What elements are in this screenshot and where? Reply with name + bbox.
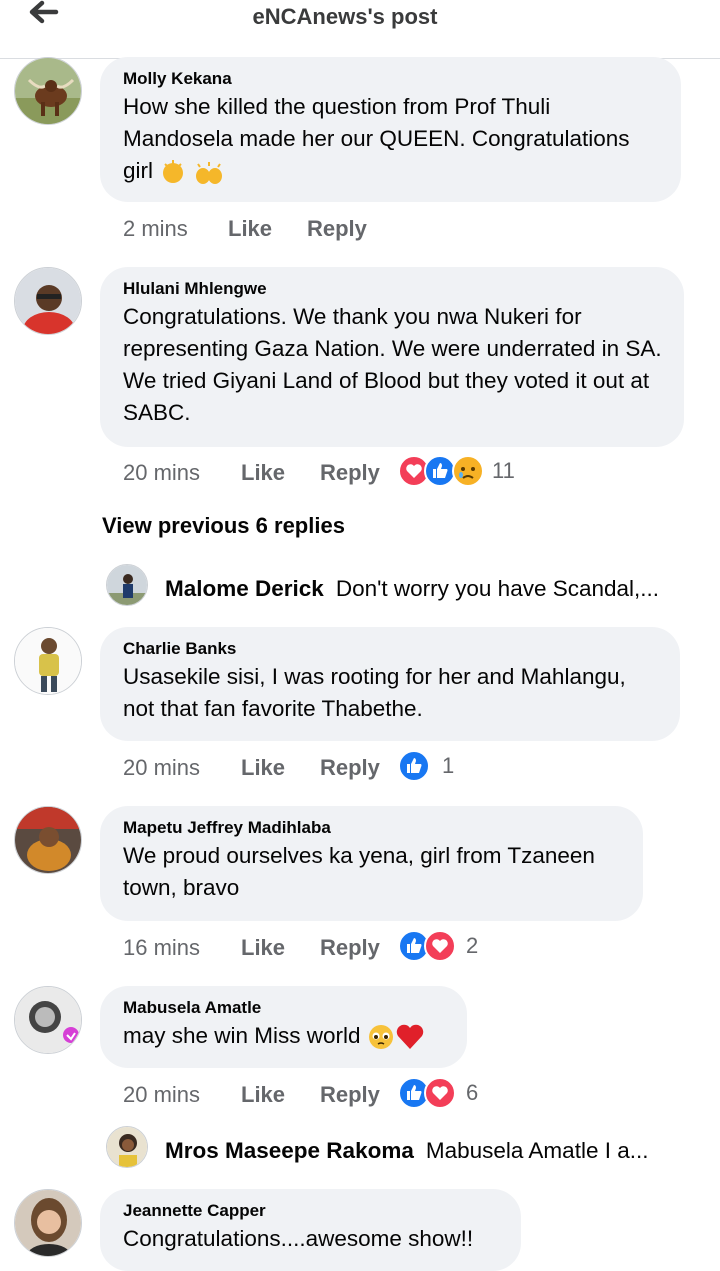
pleading-face-emoji-icon xyxy=(368,1025,393,1050)
comment-bubble: Hlulani Mhlengwe Congratulations. We tha… xyxy=(100,267,684,447)
reaction-count[interactable]: 2 xyxy=(466,933,478,959)
like-button[interactable]: Like xyxy=(241,1082,285,1108)
like-button[interactable]: Like xyxy=(241,935,285,961)
love-icon xyxy=(424,930,456,962)
avatar[interactable] xyxy=(14,267,82,335)
comment-text: Usasekile sisi, I was rooting for her an… xyxy=(123,664,626,721)
reply-text: Mabusela Amatle I a... xyxy=(425,1138,649,1163)
like-button[interactable]: Like xyxy=(228,216,272,242)
comment-time[interactable]: 2 mins xyxy=(123,216,188,242)
comment-bubble: Charlie Banks Usasekile sisi, I was root… xyxy=(100,627,680,741)
like-icon xyxy=(398,750,430,782)
reaction-summary[interactable] xyxy=(398,930,458,962)
reaction-count[interactable]: 1 xyxy=(442,753,454,779)
reaction-count[interactable]: 6 xyxy=(466,1080,478,1106)
avatar[interactable] xyxy=(14,57,82,125)
comment-bubble: Jeannette Capper Congratulations....awes… xyxy=(100,1189,521,1271)
comment-bubble: Mapetu Jeffrey Madihlaba We proud oursel… xyxy=(100,806,643,921)
comment-bubble: Molly Kekana How she killed the question… xyxy=(100,57,681,202)
reply-button[interactable]: Reply xyxy=(320,935,380,961)
like-button[interactable]: Like xyxy=(241,460,285,486)
avatar[interactable] xyxy=(106,1126,148,1168)
comment-text: How she killed the question from Prof Th… xyxy=(123,91,659,187)
comment-text: We proud ourselves ka yena, girl from Tz… xyxy=(123,843,595,900)
comment-author[interactable]: Hlulani Mhlengwe xyxy=(123,279,662,299)
red-heart-emoji-icon xyxy=(396,1024,424,1050)
clapping-hands-emoji-icon xyxy=(163,160,184,184)
comment-author[interactable]: Molly Kekana xyxy=(123,69,659,89)
comment-time[interactable]: 20 mins xyxy=(123,1082,200,1108)
comment-author[interactable]: Mabusela Amatle xyxy=(123,998,445,1018)
reply-button[interactable]: Reply xyxy=(307,216,367,242)
comment-time[interactable]: 16 mins xyxy=(123,935,200,961)
reply-author[interactable]: Malome Derick xyxy=(165,576,324,601)
page-title: eNCAnews's post xyxy=(252,4,438,29)
avatar[interactable] xyxy=(14,627,82,695)
reply-author[interactable]: Mros Maseepe Rakoma xyxy=(165,1138,414,1163)
avatar[interactable] xyxy=(14,986,82,1054)
comment-bubble: Mabusela Amatle may she win Miss world xyxy=(100,986,467,1068)
comment-author[interactable]: Jeannette Capper xyxy=(123,1201,499,1221)
comment-time[interactable]: 20 mins xyxy=(123,460,200,486)
comment-author[interactable]: Mapetu Jeffrey Madihlaba xyxy=(123,818,621,838)
comment-time[interactable]: 20 mins xyxy=(123,755,200,781)
reply-button[interactable]: Reply xyxy=(320,1082,380,1108)
reply-button[interactable]: Reply xyxy=(320,755,380,781)
like-button[interactable]: Like xyxy=(241,755,285,781)
comment-text: Congratulations. We thank you nwa Nukeri… xyxy=(123,304,662,425)
sad-icon xyxy=(452,455,484,487)
comment-text: Congratulations....awesome show!! xyxy=(123,1226,474,1251)
avatar[interactable] xyxy=(14,806,82,874)
reply-text: Don't worry you have Scandal,... xyxy=(335,576,660,601)
reaction-summary[interactable] xyxy=(398,750,432,782)
reply-preview[interactable]: Mros Maseepe Rakoma Mabusela Amatle I a..… xyxy=(165,1138,648,1164)
reply-preview[interactable]: Malome Derick Don't worry you have Scanda… xyxy=(165,576,659,602)
reaction-summary[interactable] xyxy=(398,1077,458,1109)
reaction-count[interactable]: 11 xyxy=(492,458,515,484)
top-bar: eNCAnews's post xyxy=(0,0,720,59)
reply-button[interactable]: Reply xyxy=(320,460,380,486)
reaction-summary[interactable] xyxy=(398,455,488,487)
comment-author[interactable]: Charlie Banks xyxy=(123,639,658,659)
comment-text-body: may she win Miss world xyxy=(123,1023,361,1048)
avatar[interactable] xyxy=(14,1189,82,1257)
avatar[interactable] xyxy=(106,564,148,606)
raised-hands-emoji-icon xyxy=(195,162,222,185)
comment-text: may she win Miss world xyxy=(123,1020,445,1052)
view-previous-replies-link[interactable]: View previous 6 replies xyxy=(102,513,345,539)
love-icon xyxy=(424,1077,456,1109)
